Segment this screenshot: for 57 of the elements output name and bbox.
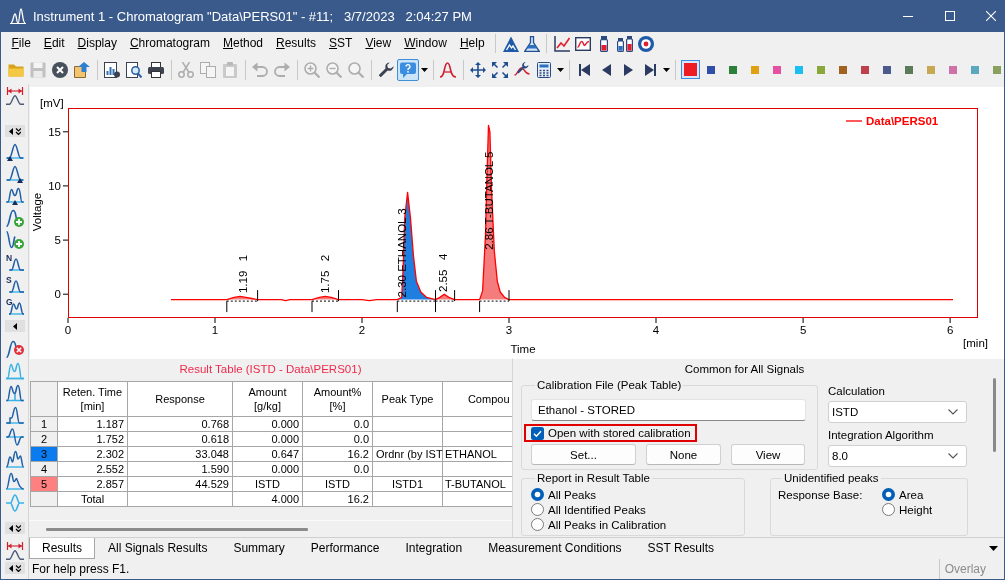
- field-label: Integration Algorithm: [828, 429, 934, 442]
- status-text: For help press F1.: [31, 562, 130, 576]
- status-indicator: Overlay: [938, 559, 1004, 579]
- table-cell: ISTD: [232, 476, 303, 492]
- peak-label: 2.55 4: [436, 253, 449, 292]
- table-cell: 0.0: [302, 416, 373, 432]
- group-label: Unidentified peaks: [783, 472, 880, 485]
- legend-label: Data\PERS01: [866, 115, 939, 127]
- axis-title: Voltage: [31, 192, 43, 232]
- table-cell: 1.752: [57, 431, 128, 447]
- axis-unit: [mV]: [40, 97, 64, 109]
- table-cell: 0.618: [127, 431, 233, 447]
- field-label: Response Base:: [778, 488, 863, 501]
- axis-tick-label: 0: [64, 324, 72, 336]
- group-label: Calibration File (Peak Table): [536, 379, 683, 392]
- table-cell: Total: [57, 491, 128, 507]
- axis-tick-label: 3: [505, 324, 513, 336]
- panel-title: Common for All Signals: [684, 363, 805, 375]
- table-cell: 2.302: [57, 446, 128, 462]
- axis-tick-label: 4: [652, 324, 660, 336]
- axis-tick-label: 15: [48, 125, 61, 138]
- table-cell: 16.2: [302, 446, 373, 462]
- table-cell: 2.552: [57, 461, 128, 477]
- table-cell: 1.590: [127, 461, 233, 477]
- axis-title: Time: [510, 343, 536, 355]
- field-label: Calculation: [828, 385, 885, 398]
- axis-tick-label: 1: [211, 324, 219, 336]
- table-cell: 1.187: [57, 416, 128, 432]
- table-cell: 0.000: [232, 461, 303, 477]
- axis-tick-label: 2: [358, 324, 366, 336]
- axis-tick-label: 0: [54, 288, 61, 301]
- table-cell: 0.000: [232, 416, 303, 432]
- group-label: Report in Result Table: [536, 472, 651, 485]
- axis-tick-label: 5: [54, 234, 61, 247]
- table-cell: ISTD1: [372, 476, 443, 492]
- axis-tick-label: 10: [48, 179, 61, 192]
- table-cell: 44.529: [127, 476, 233, 492]
- table-cell: 0.647: [232, 446, 303, 462]
- table-cell: 0.768: [127, 416, 233, 432]
- table-cell: ISTD: [302, 476, 373, 492]
- window-title: Instrument 1 - Chromatogram "Data\PERS01" - #11; 3/7/2023 2:04:27 PM: [33, 8, 472, 24]
- table-cell: 16.2: [302, 491, 373, 507]
- axis-tick-label: 5: [799, 324, 807, 336]
- table-cell: Ordnr (by IST: [372, 446, 443, 462]
- table-cell: 0.0: [302, 431, 373, 447]
- table-title: Result Table (ISTD - Data\PERS01): [179, 363, 362, 375]
- table-cell: 0.000: [232, 431, 303, 447]
- axis-unit: [min]: [963, 337, 988, 349]
- peak-label: 2.30 ETHANOL 3: [395, 208, 408, 298]
- table-cell: 0.0: [302, 461, 373, 477]
- peak-label: 2.86 T-BUTANOL 5: [482, 151, 495, 250]
- table-cell: 33.048: [127, 446, 233, 462]
- table-cell: 2.857: [57, 476, 128, 492]
- peak-label: 1.75 2: [319, 254, 332, 294]
- table-cell: 4.000: [232, 491, 303, 507]
- peak-label: 1.19 1: [236, 254, 249, 294]
- axis-tick-label: 6: [946, 324, 954, 336]
